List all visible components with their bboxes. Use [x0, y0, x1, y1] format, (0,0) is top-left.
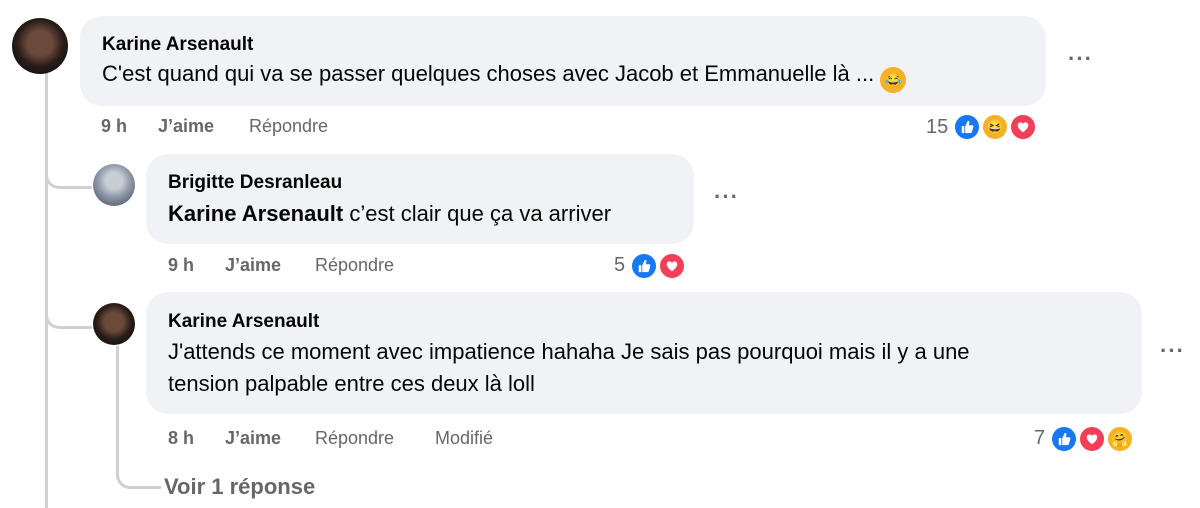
comment-text: Karine Arsenault c’est clair que ça va a… [168, 198, 611, 230]
comment-time[interactable]: 8 h [168, 428, 194, 449]
comment-author[interactable]: Karine Arsenault [168, 311, 319, 333]
view-replies-link[interactable]: Voir 1 réponse [164, 474, 315, 500]
more-options-icon[interactable]: ··· [1068, 46, 1093, 72]
comment-time[interactable]: 9 h [101, 116, 127, 137]
reply-button[interactable]: Répondre [315, 428, 394, 449]
comment-text-line-2: tension palpable entre ces deux là loll [168, 371, 535, 396]
more-options-icon[interactable]: ··· [714, 184, 739, 210]
comment-author[interactable]: Karine Arsenault [102, 34, 253, 56]
haha-icon: 😆 [981, 113, 1009, 141]
comment-author[interactable]: Brigitte Desranleau [168, 172, 342, 194]
love-icon [1009, 113, 1037, 141]
like-button[interactable]: J’aime [158, 116, 214, 137]
reply-button[interactable]: Répondre [315, 255, 394, 276]
like-icon [630, 252, 658, 280]
thread-branch-1 [45, 150, 92, 189]
like-icon [953, 113, 981, 141]
reaction-count[interactable]: 5 [614, 254, 625, 277]
comment-text-line-1: J'attends ce moment avec impatience haha… [168, 339, 970, 364]
thread-branch-3 [116, 440, 161, 489]
comment-text: C'est quand qui va se passer quelques ch… [102, 58, 907, 93]
comment-time[interactable]: 9 h [168, 255, 194, 276]
edited-label: Modifié [435, 428, 494, 448]
comment-text-body: c’est clair que ça va arriver [349, 201, 612, 226]
avatar[interactable] [93, 303, 135, 345]
laughing-emoji-icon: 😂 [880, 67, 907, 93]
reply-button[interactable]: Répondre [249, 116, 328, 137]
comment-text-body: C'est quand qui va se passer quelques ch… [102, 61, 875, 86]
reaction-count[interactable]: 15 [926, 116, 948, 139]
like-button[interactable]: J’aime [225, 255, 281, 276]
thread-branch-2 [45, 290, 92, 329]
avatar[interactable] [12, 18, 68, 74]
avatar[interactable] [93, 164, 135, 206]
love-icon [658, 252, 686, 280]
love-icon [1078, 425, 1106, 453]
reaction-count[interactable]: 7 [1034, 427, 1045, 450]
care-icon: 🤗 [1106, 425, 1134, 453]
more-options-icon[interactable]: ··· [1160, 338, 1185, 364]
like-icon [1050, 425, 1078, 453]
like-button[interactable]: J’aime [225, 428, 281, 449]
comment-mention[interactable]: Karine Arsenault [168, 201, 343, 226]
